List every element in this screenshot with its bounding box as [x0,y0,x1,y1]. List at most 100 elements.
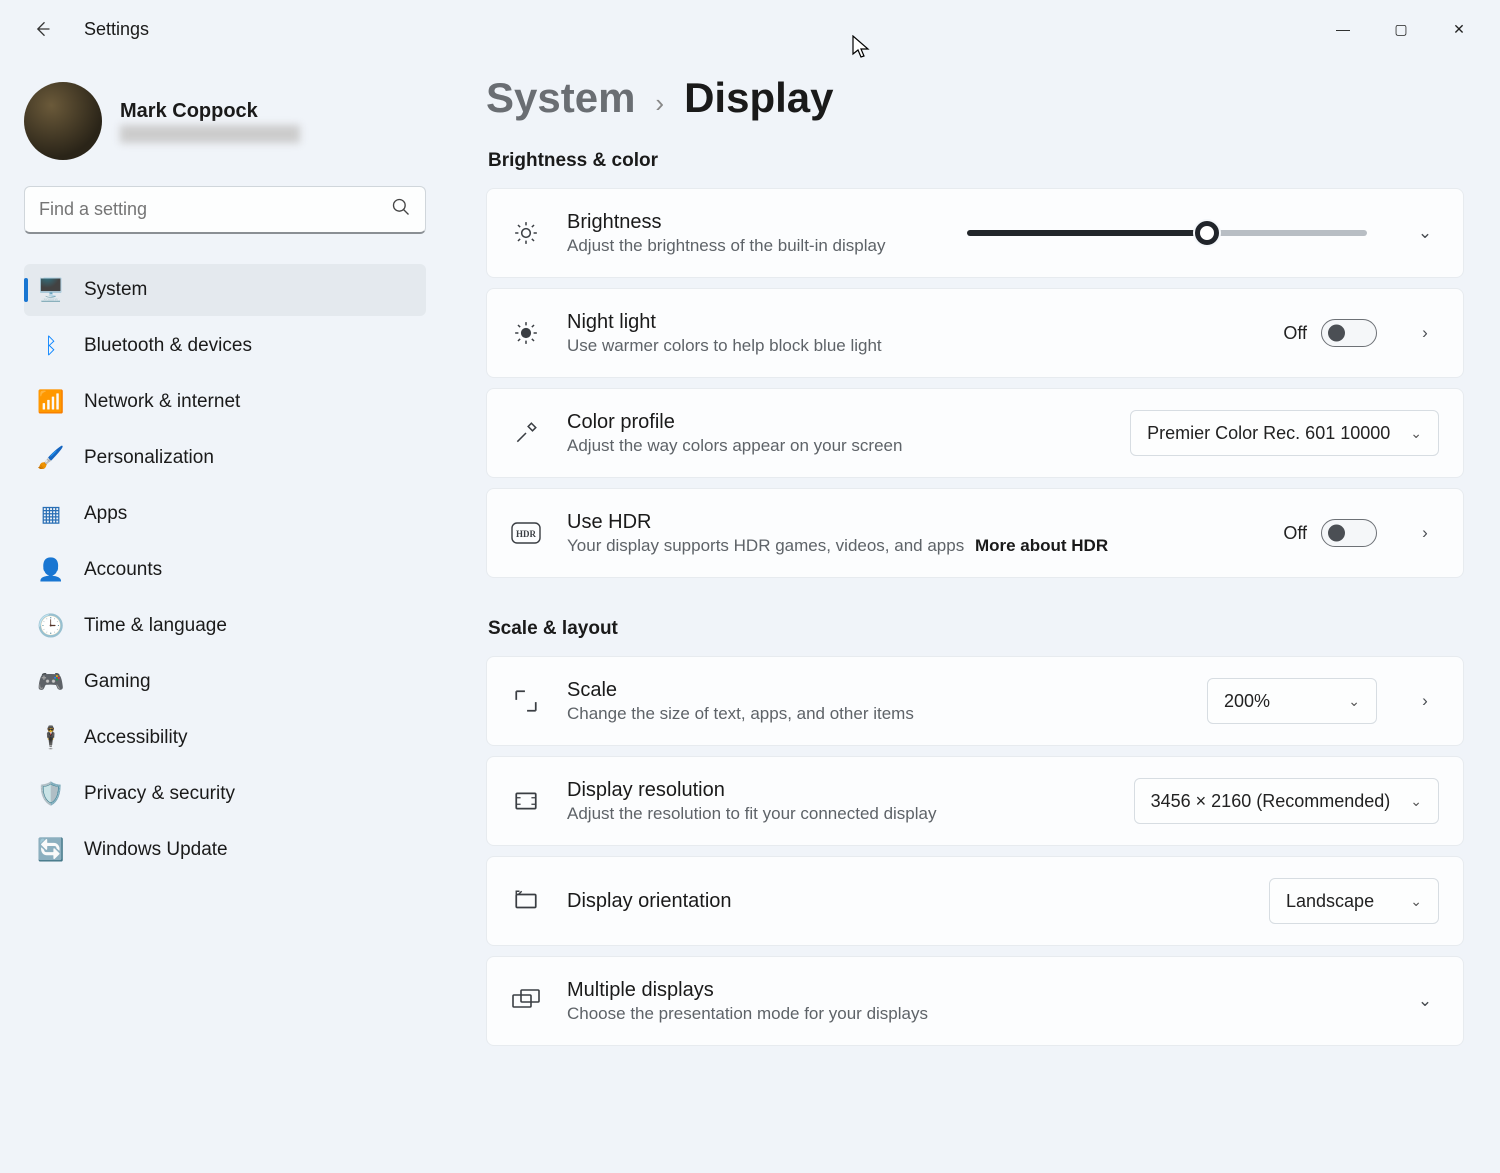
more-about-hdr-link[interactable]: More about HDR [975,536,1108,555]
search-input[interactable] [39,199,391,220]
scale-dropdown[interactable]: 200% ⌄ [1207,678,1377,724]
search-icon [391,197,411,222]
sidebar-item-apps[interactable]: ▦ Apps [24,488,426,540]
setting-title: Display resolution [567,779,1108,802]
svg-text:HDR: HDR [516,529,537,539]
sidebar-item-accounts[interactable]: 👤Accounts [24,544,426,596]
setting-title: Night light [567,311,1257,334]
main-content: System › Display Brightness & color Brig… [450,58,1500,1173]
user-email [120,125,300,143]
setting-scale[interactable]: Scale Change the size of text, apps, and… [486,656,1464,746]
dropdown-value: 3456 × 2160 (Recommended) [1151,791,1391,812]
nav-label: Apps [84,503,127,525]
group-heading-scale: Scale & layout [488,618,1464,640]
sidebar-item-network-internet[interactable]: 📶 Network & internet [24,376,426,428]
nav-label: Personalization [84,447,214,469]
nav-label: Gaming [84,671,151,693]
night-light-toggle[interactable] [1321,319,1377,347]
sidebar-item-bluetooth-devices[interactable]: ᛒ Bluetooth & devices [24,320,426,372]
orientation-dropdown[interactable]: Landscape ⌄ [1269,878,1439,924]
setting-subtitle: Choose the presentation mode for your di… [567,1004,1377,1024]
close-button[interactable]: ✕ [1430,9,1488,49]
nav-label: Network & internet [84,391,240,413]
setting-subtitle: Adjust the brightness of the built-in di… [567,236,941,256]
nav-icon: 🔄 [38,837,64,863]
dropdown-value: Premier Color Rec. 601 10000 [1147,423,1390,444]
chevron-right-icon: › [655,88,664,119]
dropdown-value: 200% [1224,691,1270,712]
sidebar-nav: 🖥️ System ᛒ Bluetooth & devices 📶 Network & i… [24,264,426,876]
multiple-displays-icon [511,986,541,1016]
back-button[interactable] [22,9,62,49]
sidebar-item-privacy-security[interactable]: 🛡️ Privacy & security [24,768,426,820]
setting-title: Scale [567,679,1181,702]
nav-icon: 🛡️ [38,781,64,807]
user-name: Mark Coppock [120,100,300,123]
setting-subtitle: Adjust the way colors appear on your scr… [567,436,1104,456]
setting-subtitle: Change the size of text, apps, and other… [567,704,1181,724]
setting-night-light[interactable]: Night light Use warmer colors to help bl… [486,288,1464,378]
resolution-icon [511,786,541,816]
sidebar: Mark Coppock 🖥️ System ᛒ Bluetooth & device… [0,58,450,1173]
chevron-down-icon: ⌄ [1410,425,1422,442]
setting-orientation[interactable]: Display orientation Landscape ⌄ [486,856,1464,946]
setting-hdr[interactable]: HDR Use HDR Your display supports HDR ga… [486,488,1464,578]
search-box[interactable] [24,186,426,234]
nav-icon: 👤 [38,557,64,583]
nav-icon: ▦ [38,501,64,527]
setting-subtitle: Adjust the resolution to fit your connec… [567,804,1108,824]
eyedropper-icon [511,418,541,448]
orientation-icon [511,886,541,916]
chevron-down-icon: ⌄ [1410,893,1422,910]
nav-label: System [84,279,147,301]
nav-label: Privacy & security [84,783,235,805]
titlebar: Settings — ▢ ✕ [0,0,1500,58]
nav-icon: 🖥️ [38,277,64,303]
sidebar-item-personalization[interactable]: 🖌️Personalization [24,432,426,484]
chevron-right-icon[interactable]: › [1411,691,1439,711]
sidebar-item-system[interactable]: 🖥️ System [24,264,426,316]
breadcrumb-parent[interactable]: System [486,74,635,122]
nav-icon: 📶 [38,389,64,415]
nav-label: Accessibility [84,727,187,749]
toggle-state-label: Off [1283,323,1307,344]
nav-label: Time & language [84,615,227,637]
maximize-button[interactable]: ▢ [1372,9,1430,49]
nav-icon: ᛒ [38,333,64,359]
sidebar-item-gaming[interactable]: 🎮 Gaming [24,656,426,708]
brightness-slider[interactable] [967,230,1367,236]
sun-icon [511,218,541,248]
chevron-right-icon[interactable]: › [1411,323,1439,343]
minimize-button[interactable]: — [1314,9,1372,49]
setting-title: Multiple displays [567,979,1377,1002]
avatar [24,82,102,160]
chevron-down-icon[interactable]: ⌄ [1411,223,1439,243]
profile-block[interactable]: Mark Coppock [24,82,426,160]
setting-multiple-displays[interactable]: Multiple displays Choose the presentatio… [486,956,1464,1046]
chevron-down-icon: ⌄ [1410,793,1422,810]
breadcrumb: System › Display [486,74,1464,122]
setting-brightness[interactable]: Brightness Adjust the brightness of the … [486,188,1464,278]
sidebar-item-windows-update[interactable]: 🔄 Windows Update [24,824,426,876]
setting-subtitle: Your display supports HDR games, videos,… [567,536,1257,556]
sidebar-item-time-language[interactable]: 🕒 Time & language [24,600,426,652]
chevron-down-icon[interactable]: ⌄ [1411,991,1439,1011]
resolution-dropdown[interactable]: 3456 × 2160 (Recommended) ⌄ [1134,778,1439,824]
nav-label: Windows Update [84,839,228,861]
sidebar-item-accessibility[interactable]: 🕴️Accessibility [24,712,426,764]
chevron-right-icon[interactable]: › [1411,523,1439,543]
setting-title: Use HDR [567,511,1257,534]
breadcrumb-current: Display [684,74,833,122]
hdr-toggle[interactable] [1321,519,1377,547]
setting-resolution[interactable]: Display resolution Adjust the resolution… [486,756,1464,846]
nav-icon: 🎮 [38,669,64,695]
setting-title: Color profile [567,411,1104,434]
setting-color-profile[interactable]: Color profile Adjust the way colors appe… [486,388,1464,478]
setting-title: Display orientation [567,890,1243,913]
nav-icon: 🕒 [38,613,64,639]
color-profile-dropdown[interactable]: Premier Color Rec. 601 10000 ⌄ [1130,410,1439,456]
nav-label: Bluetooth & devices [84,335,252,357]
slider-thumb[interactable] [1195,221,1219,245]
toggle-state-label: Off [1283,523,1307,544]
setting-title: Brightness [567,211,941,234]
